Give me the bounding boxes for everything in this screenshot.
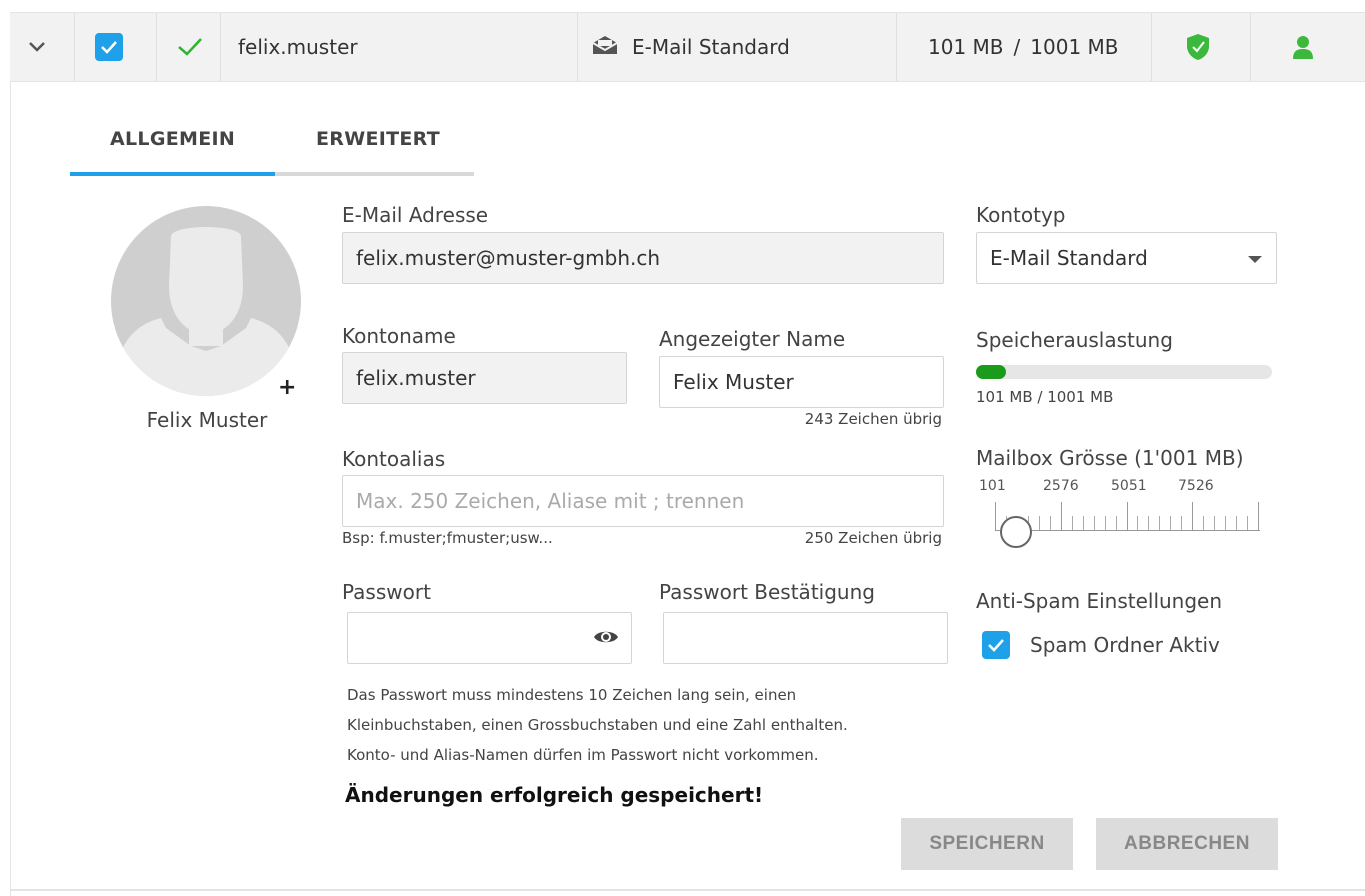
person-icon xyxy=(1292,13,1314,81)
add-avatar-button[interactable]: + xyxy=(278,375,296,400)
slider-tick xyxy=(1094,516,1095,530)
caret-down-icon xyxy=(1248,256,1262,263)
divider xyxy=(74,13,75,81)
row-quota: 101 MB / 1001 MB xyxy=(928,13,1119,81)
row-account-type: E-Mail Standard xyxy=(592,13,790,81)
slider-tick xyxy=(1181,516,1182,530)
account-row[interactable]: felix.muster E-Mail Standard 101 MB / 10… xyxy=(10,12,1365,82)
kontotyp-select[interactable]: E-Mail Standard xyxy=(976,232,1277,284)
slider-tick xyxy=(1148,516,1149,530)
slider-tick xyxy=(995,502,996,530)
profile-name: Felix Muster xyxy=(146,408,268,432)
chevron-down-icon[interactable] xyxy=(24,13,50,81)
slider-tick-label: 101 xyxy=(979,478,1006,494)
divider xyxy=(1250,13,1251,81)
slider-tick xyxy=(1258,502,1259,530)
divider xyxy=(1151,13,1152,81)
quota-used: 101 MB xyxy=(928,35,1004,59)
check-icon xyxy=(170,13,210,81)
password-note-line: Kleinbuchstaben, einen Grossbuchstaben u… xyxy=(347,716,848,734)
tab-allgemein[interactable]: ALLGEMEIN xyxy=(110,128,235,150)
password-note-line: Das Passwort muss mindestens 10 Zeichen … xyxy=(347,686,797,704)
envelope-open-icon xyxy=(592,35,618,60)
slider-tick xyxy=(1083,516,1084,530)
storage-text: 101 MB / 1001 MB xyxy=(976,388,1114,406)
email-field[interactable]: felix.muster@muster-gmbh.ch xyxy=(342,232,944,284)
kontoname-value: felix.muster xyxy=(356,366,476,390)
password-label: Passwort xyxy=(342,580,431,604)
slider-tick-label: 7526 xyxy=(1178,478,1214,494)
shield-icon xyxy=(1185,13,1211,81)
slider-tick xyxy=(1192,502,1193,530)
checkbox-icon xyxy=(95,33,123,61)
divider xyxy=(577,13,578,81)
storage-label: Speicherauslastung xyxy=(976,328,1173,352)
mailbox-size-label: Mailbox Grösse (1'001 MB) xyxy=(976,446,1244,470)
quota-total: 1001 MB xyxy=(1030,35,1119,59)
spam-folder-label[interactable]: Spam Ordner Aktiv xyxy=(1030,633,1220,657)
password-confirm-label: Passwort Bestätigung xyxy=(659,580,875,604)
slider-tick-label: 2576 xyxy=(1043,478,1079,494)
row-account-type-label: E-Mail Standard xyxy=(632,35,790,59)
quota-separator: / xyxy=(1013,35,1021,59)
display-name-label: Angezeigter Name xyxy=(659,327,846,351)
mailbox-size-slider-handle[interactable] xyxy=(1000,516,1032,548)
email-value: felix.muster@muster-gmbh.ch xyxy=(356,246,661,270)
storage-progress-fill xyxy=(976,365,1006,379)
display-name-field[interactable]: Felix Muster xyxy=(659,356,944,408)
alias-placeholder: Max. 250 Zeichen, Aliase mit ; trennen xyxy=(356,489,745,513)
alias-label: Kontoalias xyxy=(342,447,446,471)
slider-tick xyxy=(1116,516,1117,530)
avatar[interactable] xyxy=(111,206,301,396)
eye-icon[interactable] xyxy=(593,627,619,651)
divider xyxy=(220,13,221,81)
kontotyp-label: Kontotyp xyxy=(976,203,1066,227)
storage-progress-bar xyxy=(976,365,1272,379)
slider-tick xyxy=(1236,516,1237,530)
save-button[interactable]: SPEICHERN xyxy=(901,818,1073,870)
mailbox-size-slider-track[interactable] xyxy=(995,530,1260,531)
slider-tick xyxy=(1247,516,1248,530)
avatar-silhouette-icon xyxy=(111,227,301,396)
display-name-remaining: 243 Zeichen übrig xyxy=(804,410,942,428)
kontotyp-value: E-Mail Standard xyxy=(990,246,1148,270)
row-select-checkbox[interactable] xyxy=(94,13,124,81)
slider-tick xyxy=(1061,502,1062,530)
slider-tick xyxy=(1050,516,1051,530)
divider xyxy=(156,13,157,81)
alias-input[interactable]: Max. 250 Zeichen, Aliase mit ; trennen xyxy=(342,475,944,527)
slider-tick xyxy=(1137,516,1138,530)
slider-tick xyxy=(1105,516,1106,530)
slider-tick-label: 5051 xyxy=(1111,478,1147,494)
spam-folder-checkbox[interactable] xyxy=(982,631,1010,659)
email-label: E-Mail Adresse xyxy=(342,203,489,227)
tab-erweitert[interactable]: ERWEITERT xyxy=(316,128,440,150)
slider-tick xyxy=(1072,516,1073,530)
display-name-value: Felix Muster xyxy=(673,370,794,394)
divider xyxy=(896,13,897,81)
kontoname-field[interactable]: felix.muster xyxy=(342,352,627,404)
slider-tick xyxy=(1159,516,1160,530)
tab-active-indicator xyxy=(70,172,275,176)
row-username: felix.muster xyxy=(238,35,358,59)
slider-tick xyxy=(1214,516,1215,530)
panel-border xyxy=(10,82,11,896)
slider-tick xyxy=(1225,516,1226,530)
checkbox-icon xyxy=(988,639,1004,652)
alias-example: Bsp: f.muster;fmuster;usw... xyxy=(342,529,553,547)
cancel-button[interactable]: ABBRECHEN xyxy=(1096,818,1278,870)
slider-tick xyxy=(1127,502,1128,530)
slider-tick xyxy=(1203,516,1204,530)
slider-tick xyxy=(1170,516,1171,530)
success-message: Änderungen erfolgreich gespeichert! xyxy=(345,783,764,807)
password-note-line: Konto- und Alias-Namen dürfen im Passwor… xyxy=(347,746,819,764)
alias-remaining: 250 Zeichen übrig xyxy=(804,529,942,547)
panel-border xyxy=(10,889,1365,891)
antispam-label: Anti-Spam Einstellungen xyxy=(976,589,1223,613)
kontoname-label: Kontoname xyxy=(342,324,456,348)
password-input[interactable] xyxy=(347,612,632,664)
tab-bar: ALLGEMEIN ERWEITERT xyxy=(70,118,474,176)
password-confirm-input[interactable] xyxy=(663,612,948,664)
slider-tick xyxy=(1039,516,1040,530)
